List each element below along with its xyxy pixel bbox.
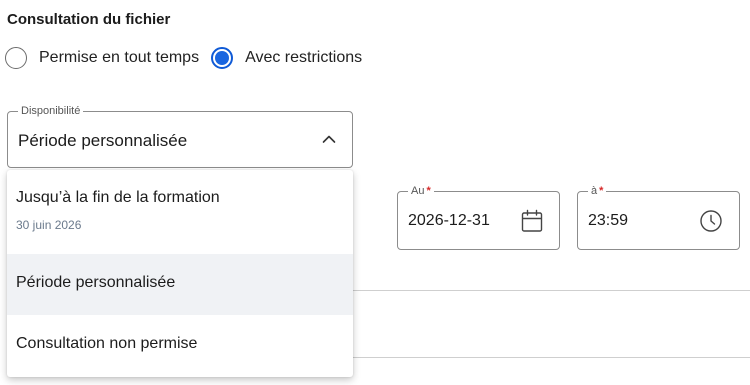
clock-icon[interactable] xyxy=(699,209,723,233)
option-consultation-non-permise[interactable]: Consultation non permise xyxy=(7,315,353,377)
end-time-value: 23:59 xyxy=(588,212,629,229)
radio-label-restrictions[interactable]: Avec restrictions xyxy=(245,49,362,67)
option-fin-de-formation[interactable]: Jusqu’à la fin de la formation 30 juin 2… xyxy=(7,170,353,254)
availability-label: Disponibilité xyxy=(18,104,84,118)
availability-value: Période personnalisée xyxy=(18,131,188,150)
availability-dropdown-menu: Jusqu’à la fin de la formation 30 juin 2… xyxy=(7,170,353,377)
radio-permise-en-tout-temps[interactable] xyxy=(5,47,27,69)
end-date-field[interactable]: Au * 2026-12-31 xyxy=(397,184,560,250)
end-time-label: à * xyxy=(588,184,607,198)
section-divider xyxy=(353,357,750,358)
calendar-icon[interactable] xyxy=(521,209,543,233)
option-label: Période personnalisée xyxy=(16,274,176,291)
required-asterisk: * xyxy=(599,185,604,197)
radio-avec-restrictions[interactable] xyxy=(211,47,234,69)
radio-selected-dot xyxy=(215,51,230,65)
section-divider xyxy=(353,290,750,291)
access-radio-group: Permise en tout temps Avec restrictions xyxy=(5,47,374,69)
option-periode-personnalisee[interactable]: Période personnalisée xyxy=(7,254,353,315)
end-time-field[interactable]: à * 23:59 xyxy=(577,184,740,250)
required-asterisk: * xyxy=(426,185,431,197)
end-date-value: 2026-12-31 xyxy=(408,212,490,229)
option-label: Jusqu’à la fin de la formation xyxy=(16,189,220,206)
option-label: Consultation non permise xyxy=(16,335,198,352)
chevron-up-icon[interactable] xyxy=(322,134,336,144)
radio-label-permise[interactable]: Permise en tout temps xyxy=(39,49,199,67)
option-sublabel: 30 juin 2026 xyxy=(16,218,82,232)
end-date-label: Au * xyxy=(408,184,434,198)
section-title: Consultation du fichier xyxy=(7,11,171,28)
availability-select[interactable]: Disponibilité Période personnalisée xyxy=(7,104,353,168)
